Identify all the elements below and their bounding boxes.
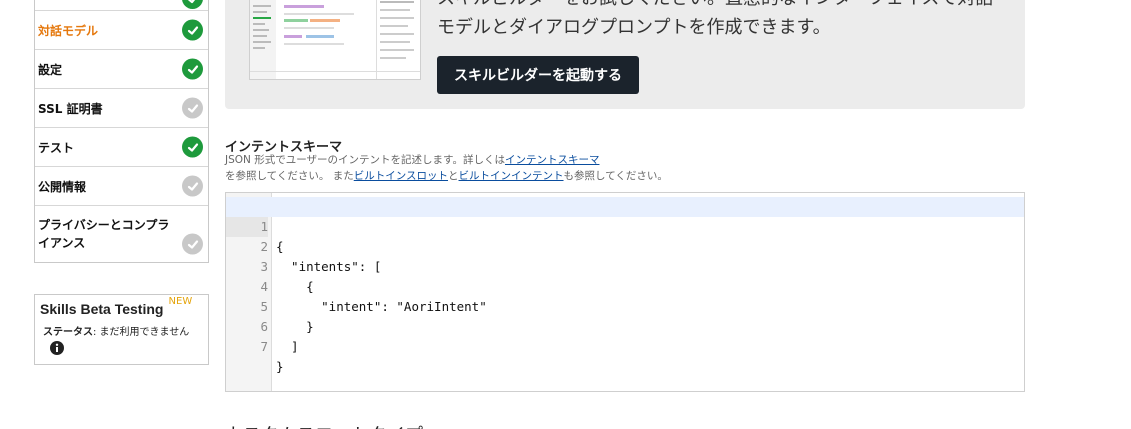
code-line: 6 ]: [226, 297, 1024, 354]
desc-text-and: と: [448, 170, 459, 182]
beta-testing-panel: Skills Beta Testing NEW ステータス: まだ利用できません: [34, 294, 209, 365]
code-line: 2 "intents": [: [226, 217, 1024, 274]
sidebar-item-label: SSL 証明書: [38, 101, 103, 116]
builtin-slots-link[interactable]: ビルトインスロット: [354, 170, 448, 182]
code-line: 1 {: [226, 197, 1024, 254]
code-text: ]: [276, 339, 299, 354]
builtin-intents-link[interactable]: ビルトインインテント: [459, 170, 564, 182]
sidebar-item-top[interactable]: [35, 0, 208, 10]
launch-skill-builder-button[interactable]: スキルビルダーを起動する: [437, 56, 639, 94]
sidebar-item-label: 設定: [38, 62, 63, 77]
intent-schema-editor[interactable]: 1 { 2 "intents": [ 3 { 4 "intent": "Aori…: [225, 192, 1025, 392]
custom-slot-types-heading: カスタムスロットタイプ: [225, 421, 423, 429]
beta-status: ステータス: まだ利用できません: [43, 323, 203, 338]
beta-status-value: : まだ利用できません: [93, 327, 190, 338]
sidebar-item-label: 公開情報: [38, 179, 87, 194]
code-line: 7 }: [226, 317, 1024, 374]
sidebar-item-interaction-model[interactable]: 対話モデル: [35, 10, 208, 49]
check-icon: [182, 233, 203, 255]
beta-status-label: ステータス: [43, 327, 93, 338]
desc-text-2: を参照してください。 また: [225, 170, 354, 182]
code-line: 5 }: [226, 277, 1024, 334]
line-number: 7: [260, 339, 268, 354]
new-badge: NEW: [168, 296, 193, 307]
sidebar-item-settings[interactable]: 設定: [35, 49, 208, 88]
sidebar-item-label: プライバシーとコンプライアンス: [38, 218, 170, 250]
check-icon: [182, 97, 203, 119]
code-text: }: [276, 359, 284, 374]
skill-builder-description: スキルビルダーをお試しください。直感的なインターフェイスで対話モデルとダイアログ…: [437, 0, 993, 38]
sidebar-item-publishing-info[interactable]: 公開情報: [35, 166, 208, 205]
intent-schema-description: JSON 形式でユーザーのインテントを記述します。詳しくはインテントスキーマ を…: [225, 152, 668, 184]
sidebar-item-label: 対話モデル: [38, 23, 99, 38]
sidebar-item-label: テスト: [38, 140, 75, 155]
check-icon: [182, 136, 203, 158]
desc-text-1: JSON 形式でユーザーのインテントを記述します。詳しくは: [225, 154, 505, 166]
check-icon: [182, 175, 203, 197]
skill-builder-preview-image: [249, 0, 421, 80]
info-icon[interactable]: [50, 340, 203, 359]
intent-schema-link[interactable]: インテントスキーマ: [505, 154, 600, 166]
check-icon: [182, 0, 203, 9]
code-line: 3 {: [226, 237, 1024, 294]
skill-builder-panel: スキルビルダーをお試しください。直感的なインターフェイスで対話モデルとダイアログ…: [225, 0, 1025, 109]
desc-text-3: も参照してください。: [563, 170, 668, 182]
code-line: 4 "intent": "AoriIntent": [226, 257, 1024, 314]
check-icon: [182, 58, 203, 80]
sidebar-item-ssl-certificate[interactable]: SSL 証明書: [35, 88, 208, 127]
skill-sidebar: 対話モデル 設定 SSL 証明書 テスト 公開情報 プライバシーとコンプライアン…: [34, 0, 209, 263]
sidebar-item-test[interactable]: テスト: [35, 127, 208, 166]
beta-title-row: Skills Beta Testing NEW: [40, 296, 203, 318]
check-icon: [182, 19, 203, 41]
sidebar-item-privacy-compliance[interactable]: プライバシーとコンプライアンス: [35, 205, 208, 262]
beta-title: Skills Beta Testing: [40, 301, 164, 317]
